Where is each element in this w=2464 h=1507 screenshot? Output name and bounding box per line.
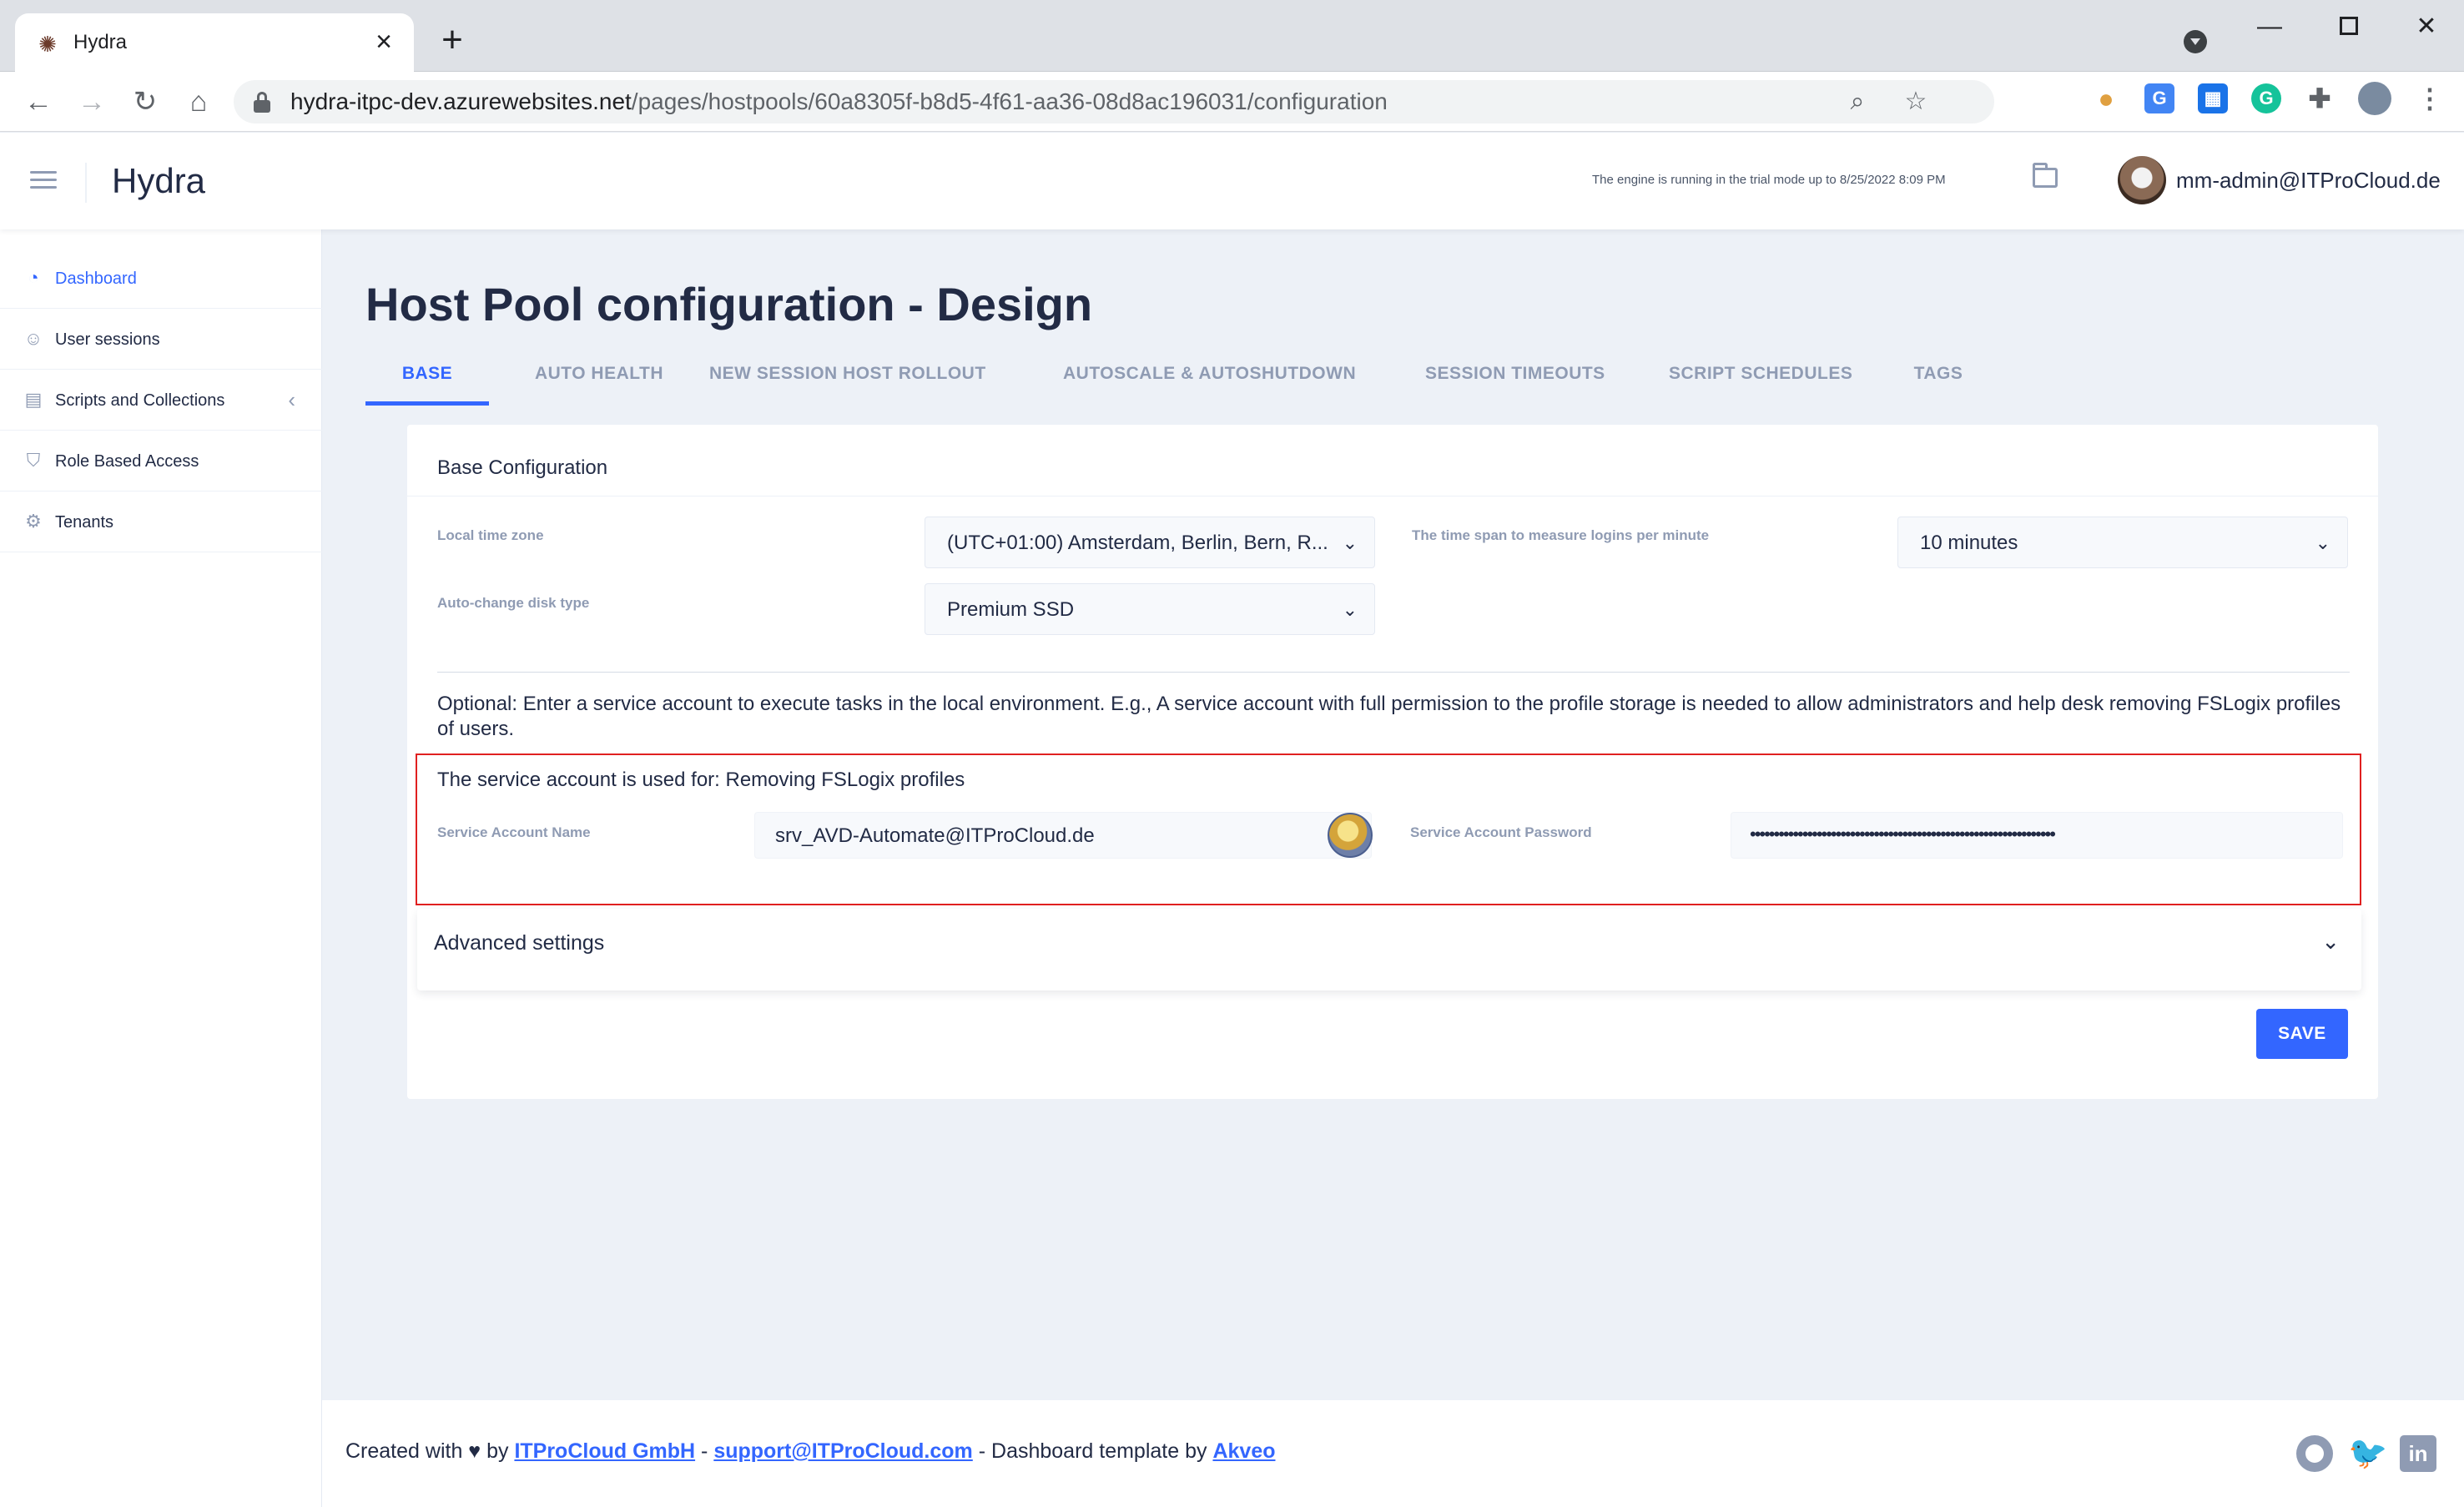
disk-type-label: Auto-change disk type xyxy=(437,595,590,611)
service-account-name-value: srv_AVD-Automate@ITProCloud.de xyxy=(775,824,1095,847)
grid-extension-icon[interactable]: ▦ xyxy=(2198,83,2228,113)
chevron-down-icon[interactable]: ⌄ xyxy=(2321,927,2340,955)
gear-icon: ⚙ xyxy=(25,511,42,532)
forward-arrow-icon[interactable]: → xyxy=(73,83,110,120)
footer-prefix: Created with ♥ by xyxy=(345,1439,515,1463)
header-divider xyxy=(85,163,87,203)
service-account-password-label: Service Account Password xyxy=(1410,824,1592,840)
tab-base[interactable]: BASE xyxy=(365,354,489,406)
address-bar[interactable]: hydra-itpc-dev.azurewebsites.net/pages/h… xyxy=(234,80,1994,123)
app-header: Hydra The engine is running in the trial… xyxy=(0,133,2464,229)
chevron-down-icon: ⌄ xyxy=(1342,599,1358,620)
sidebar-item-tenants[interactable]: ⚙ Tenants xyxy=(0,491,322,552)
chevron-down-icon: ⌄ xyxy=(2315,532,2330,553)
folder-icon[interactable] xyxy=(2033,163,2058,188)
divider xyxy=(437,672,2350,673)
people-icon: ☺ xyxy=(23,328,43,349)
service-account-usage: The service account is used for: Removin… xyxy=(437,769,965,791)
footer-credits: Created with ♥ by ITProCloud GmbH - supp… xyxy=(345,1437,1276,1465)
service-account-password-input[interactable]: ••••••••••••••••••••••••••••••••••••••••… xyxy=(1731,812,2343,859)
close-window-icon[interactable]: ✕ xyxy=(2400,8,2453,45)
minimize-window-icon[interactable]: — xyxy=(2243,8,2296,45)
service-account-section: The service account is used for: Removin… xyxy=(416,754,2361,905)
timespan-value: 10 minutes xyxy=(1920,532,2018,554)
sidebar-item-role-based-access[interactable]: ⛉ Role Based Access xyxy=(0,431,322,491)
extensions-puzzle-icon[interactable]: ✚ xyxy=(2305,83,2335,113)
footer: Created with ♥ by ITProCloud GmbH - supp… xyxy=(322,1399,2464,1507)
zoom-icon[interactable]: ⌕ xyxy=(1842,87,1872,117)
footer-template-text: - Dashboard template by xyxy=(972,1439,1213,1463)
sidebar-item-dashboard[interactable]: ◔ Dashboard xyxy=(0,248,322,309)
tab-auto-health[interactable]: AUTO HEALTH xyxy=(516,354,683,406)
tab-new-session-host-rollout[interactable]: NEW SESSION HOST ROLLOUT xyxy=(709,354,985,406)
sidebar-item-label: Tenants xyxy=(55,513,114,532)
chevron-left-icon[interactable]: ‹ xyxy=(288,388,295,411)
hydra-favicon-icon: ✺ xyxy=(38,32,57,57)
github-icon[interactable] xyxy=(2296,1435,2333,1472)
new-tab-icon[interactable]: + xyxy=(434,22,471,58)
sidebar-item-label: Scripts and Collections xyxy=(55,391,225,410)
user-name[interactable]: mm-admin@ITProCloud.de xyxy=(2176,166,2441,194)
chevron-down-icon: ⌄ xyxy=(1342,532,1358,553)
lock-icon[interactable] xyxy=(254,91,270,113)
browser-menu-icon[interactable]: ⋮ xyxy=(2415,83,2445,113)
password-manager-icon[interactable] xyxy=(1328,813,1373,858)
sidebar-item-label: User sessions xyxy=(55,330,160,349)
company-link[interactable]: ITProCloud GmbH xyxy=(514,1439,695,1463)
advanced-settings-label: Advanced settings xyxy=(434,931,605,955)
app-brand[interactable]: Hydra xyxy=(112,158,205,204)
browser-profile-avatar[interactable] xyxy=(2358,82,2391,115)
card-title: Base Configuration xyxy=(437,456,608,479)
page-title: Host Pool configuration - Design xyxy=(365,278,1093,330)
service-account-name-input[interactable]: srv_AVD-Automate@ITProCloud.de xyxy=(754,812,1373,859)
save-button[interactable]: SAVE xyxy=(2256,1009,2348,1059)
back-arrow-icon[interactable]: ← xyxy=(20,83,57,120)
trial-notice: The engine is running in the trial mode … xyxy=(1592,173,1946,187)
reload-icon[interactable]: ↻ xyxy=(127,83,164,120)
sidebar-item-label: Dashboard xyxy=(55,270,137,288)
translate-extension-icon[interactable]: G xyxy=(2144,83,2174,113)
tab-autoscale[interactable]: AUTOSCALE & AUTOSHUTDOWN xyxy=(1063,354,1356,406)
url-text[interactable]: hydra-itpc-dev.azurewebsites.net/pages/h… xyxy=(290,88,1388,116)
shield-icon: ⛉ xyxy=(26,450,41,471)
grammarly-extension-icon[interactable]: G xyxy=(2251,83,2281,113)
twitter-icon[interactable]: 🐦 xyxy=(2348,1435,2387,1472)
timezone-label: Local time zone xyxy=(437,527,544,543)
sidebar-item-label: Role Based Access xyxy=(55,452,199,471)
base-configuration-card: Base Configuration Local time zone (UTC+… xyxy=(407,425,2378,1099)
sidebar: ◔ Dashboard ☺ User sessions ▤ Scripts an… xyxy=(0,229,322,1507)
user-avatar[interactable] xyxy=(2118,156,2166,204)
service-account-password-value: ••••••••••••••••••••••••••••••••••••••••… xyxy=(1750,824,2056,844)
timezone-value: (UTC+01:00) Amsterdam, Berlin, Bern, R..… xyxy=(947,532,1328,554)
akveo-link[interactable]: Akveo xyxy=(1212,1439,1275,1463)
hamburger-menu-icon[interactable] xyxy=(30,169,57,191)
timezone-select[interactable]: (UTC+01:00) Amsterdam, Berlin, Bern, R..… xyxy=(925,517,1375,568)
advanced-settings-accordion[interactable]: Advanced settings ⌄ xyxy=(417,909,2361,990)
cookie-extension-icon[interactable]: ● xyxy=(2091,83,2121,113)
timespan-select[interactable]: 10 minutes ⌄ xyxy=(1897,517,2348,568)
tab-script-schedules[interactable]: SCRIPT SCHEDULES xyxy=(1669,354,1852,406)
timespan-label: The time span to measure logins per minu… xyxy=(1412,527,1710,543)
browser-tab-title: Hydra xyxy=(73,31,128,53)
browser-tabstrip: ✺ Hydra × + — ✕ xyxy=(0,0,2464,72)
service-account-info: Optional: Enter a service account to exe… xyxy=(437,693,2341,740)
pie-chart-icon: ◔ xyxy=(28,267,39,288)
disk-type-select[interactable]: Premium SSD ⌄ xyxy=(925,583,1375,635)
sidebar-item-user-sessions[interactable]: ☺ User sessions xyxy=(0,309,322,370)
browser-tab[interactable]: ✺ Hydra × xyxy=(15,13,414,72)
tab-tags[interactable]: TAGS xyxy=(1909,354,1968,406)
tab-session-timeouts[interactable]: SESSION TIMEOUTS xyxy=(1425,354,1605,406)
support-email-link[interactable]: support@ITProCloud.com xyxy=(713,1439,972,1463)
footer-separator: - xyxy=(695,1439,714,1463)
close-tab-icon[interactable]: × xyxy=(367,25,401,58)
service-account-name-label: Service Account Name xyxy=(437,824,591,840)
maximize-window-icon[interactable] xyxy=(2323,8,2376,45)
bookmark-star-icon[interactable]: ☆ xyxy=(1901,87,1931,117)
archive-icon: ▤ xyxy=(24,389,43,410)
disk-type-value: Premium SSD xyxy=(947,598,1075,621)
sidebar-item-scripts[interactable]: ▤ Scripts and Collections ‹ xyxy=(0,370,322,431)
linkedin-icon[interactable]: in xyxy=(2400,1435,2436,1472)
home-icon[interactable]: ⌂ xyxy=(180,83,217,120)
tab-search-icon[interactable] xyxy=(2184,30,2207,53)
